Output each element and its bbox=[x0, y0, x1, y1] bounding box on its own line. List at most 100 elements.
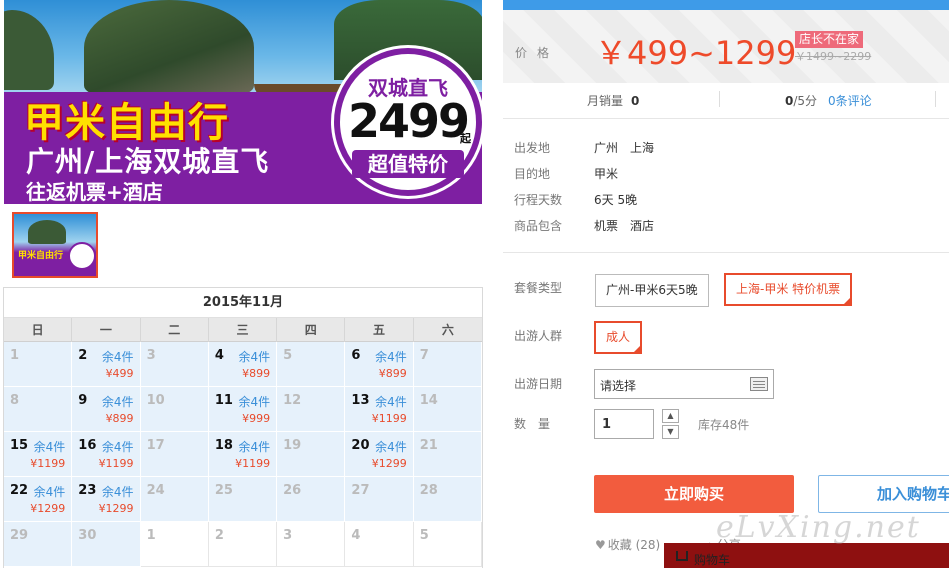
calendar-day[interactable]: 9 余4件 ¥899 bbox=[72, 387, 141, 432]
calendar-weekdays: 日一二三四五 六 bbox=[4, 318, 482, 342]
crowd-option-adult[interactable]: 成人 bbox=[594, 321, 643, 354]
calendar-day-number: 28 bbox=[419, 483, 438, 498]
info-row: 出发地 广州 上海 bbox=[514, 139, 654, 156]
package-option-label: 广州-甲米6天5晚 bbox=[606, 283, 698, 297]
calendar-day: 17 bbox=[140, 432, 209, 477]
calendar-day: 5 bbox=[277, 342, 346, 387]
divider bbox=[503, 118, 949, 119]
calendar-day-price: ¥1199 bbox=[98, 457, 134, 470]
calendar-day-number: 21 bbox=[419, 438, 438, 453]
calendar-day-stock: 余4件 bbox=[33, 485, 66, 499]
banner-badge-price: 2499 bbox=[348, 94, 470, 148]
product-thumbnail[interactable]: 甲米自由行 bbox=[12, 212, 98, 278]
quantity-decrease-button[interactable]: ▼ bbox=[662, 425, 679, 439]
rating-suffix: /5分 bbox=[793, 94, 818, 108]
add-to-cart-button[interactable]: 加入购物车 bbox=[818, 475, 949, 513]
sales-stats: 月销量 0 0/5分 0条评论 bbox=[503, 87, 949, 111]
calendar-day[interactable]: 2 余4件 ¥499 bbox=[72, 342, 141, 387]
calendar-day-price: ¥499 bbox=[105, 367, 134, 380]
calendar-day: 30 bbox=[72, 522, 141, 567]
monthly-sales: 月销量 0 bbox=[587, 92, 639, 109]
calendar-day-number: 14 bbox=[419, 393, 438, 408]
calendar-day-stock: 余4件 bbox=[375, 395, 407, 409]
calendar-day[interactable]: 22 余4件 ¥1299 bbox=[4, 477, 73, 522]
calendar-day-number: 4 bbox=[351, 528, 361, 543]
calendar-title: 2015年11月 bbox=[4, 288, 482, 318]
calendar-day[interactable]: 4 余4件 ¥899 bbox=[208, 342, 278, 387]
stats-separator bbox=[935, 91, 936, 107]
calendar-day-number: 30 bbox=[78, 528, 97, 543]
calendar-day-number: 13 bbox=[351, 393, 370, 408]
weekday-header: 日 bbox=[4, 318, 73, 342]
calendar-day-stock: 余4件 bbox=[375, 440, 407, 454]
quantity-input[interactable]: 1 bbox=[594, 409, 654, 439]
date-label: 出游日期 bbox=[514, 377, 563, 391]
travel-date-input[interactable]: 请选择 bbox=[594, 369, 774, 399]
price-label: 价格 bbox=[515, 46, 560, 60]
weekday-header: 五 bbox=[345, 318, 414, 342]
calendar-day[interactable]: 11 余4件 ¥999 bbox=[208, 387, 278, 432]
stock-count: 库存48件 bbox=[698, 418, 750, 432]
info-value: 甲米 bbox=[594, 167, 619, 181]
calendar-day-number: 11 bbox=[214, 393, 233, 408]
calendar-day: 5 bbox=[413, 522, 482, 567]
calendar-day-number: 27 bbox=[351, 483, 370, 498]
calendar-day[interactable]: 6 余4件 ¥899 bbox=[345, 342, 414, 387]
package-option-label: 上海-甲米 特价机票 bbox=[736, 282, 841, 296]
cart-bar[interactable]: 购物车 bbox=[664, 543, 949, 568]
selected-check-icon bbox=[842, 296, 853, 306]
package-option-shanghai[interactable]: 上海-甲米 特价机票 bbox=[724, 273, 853, 306]
banner-subtitle: 广州/上海双城直飞 bbox=[26, 145, 270, 178]
info-key: 商品包含 bbox=[514, 219, 563, 233]
calendar-day-number: 16 bbox=[78, 438, 97, 453]
weekday-header: 二 bbox=[141, 318, 209, 342]
product-page: 甲米自由行 广州/上海双城直飞 往返机票+酒店 双城直飞 2499 起 超值特价… bbox=[0, 0, 949, 568]
thumb-badge bbox=[68, 242, 96, 270]
calendar-day-price: ¥1199 bbox=[371, 412, 407, 425]
banner-price-badge: 双城直飞 2499 起 超值特价 bbox=[334, 48, 482, 196]
thumb-rock bbox=[28, 220, 66, 244]
calendar-day[interactable]: 18 余4件 ¥1199 bbox=[208, 432, 278, 477]
thumb-title: 甲米自由行 bbox=[18, 251, 64, 261]
quantity-increase-button[interactable]: ▲ bbox=[662, 409, 679, 423]
crowd-label: 出游人群 bbox=[514, 329, 563, 343]
calendar-day-number: 23 bbox=[78, 483, 97, 498]
calendar-day-number: 1 bbox=[146, 528, 156, 543]
buy-now-button[interactable]: 立即购买 bbox=[594, 475, 794, 513]
calendar-day-number: 29 bbox=[10, 528, 29, 543]
calendar-day-number: 10 bbox=[146, 393, 165, 408]
calendar-day[interactable]: 16 余4件 ¥1199 bbox=[72, 432, 141, 477]
reviews-link[interactable]: 0条评论 bbox=[828, 92, 872, 109]
calendar-day-number: 6 bbox=[351, 348, 361, 363]
calendar-day-price: ¥899 bbox=[242, 367, 271, 380]
calendar-day-number: 26 bbox=[283, 483, 302, 498]
crowd-option-label: 成人 bbox=[606, 330, 631, 344]
calendar-day-stock: 余4件 bbox=[101, 395, 134, 409]
favorite-button[interactable]: ♥ 收藏 (28) bbox=[595, 536, 660, 553]
weekday-header: 六 bbox=[441, 323, 454, 337]
calendar-icon[interactable] bbox=[750, 377, 768, 391]
calendar-day-number: 3 bbox=[283, 528, 293, 543]
rating: 0/5分 bbox=[785, 92, 817, 109]
cart-bar-label: 购物车 bbox=[694, 553, 731, 567]
banner-rock bbox=[84, 0, 254, 95]
shop-status-badge: 店长不在家 bbox=[795, 31, 864, 48]
price-value: ￥499~1299 bbox=[595, 34, 797, 72]
original-price: ￥1499~2299 bbox=[795, 50, 872, 63]
calendar-day-number: 2 bbox=[214, 528, 224, 543]
calendar-day[interactable]: 23 余4件 ¥1299 bbox=[72, 477, 141, 522]
info-key: 目的地 bbox=[514, 167, 551, 181]
weekday-header: 一 bbox=[72, 318, 141, 342]
calendar-day[interactable]: 20 余4件 ¥1299 bbox=[345, 432, 414, 477]
calendar-day[interactable]: 15 余4件 ¥1199 bbox=[4, 432, 73, 477]
product-banner-image[interactable]: 甲米自由行 广州/上海双城直飞 往返机票+酒店 双城直飞 2499 起 超值特价 bbox=[4, 0, 482, 204]
calendar-day-price: ¥1199 bbox=[235, 457, 271, 470]
calendar-day: 25 bbox=[208, 477, 278, 522]
calendar-day-price: ¥999 bbox=[242, 412, 271, 425]
calendar-day-number: 2 bbox=[78, 348, 88, 363]
calendar-day[interactable]: 13 余4件 ¥1199 bbox=[345, 387, 414, 432]
selected-check-icon bbox=[632, 344, 643, 354]
calendar-day-number: 24 bbox=[146, 483, 165, 498]
package-option-guangzhou[interactable]: 广州-甲米6天5晚 bbox=[595, 274, 709, 307]
calendar-day: 28 bbox=[413, 477, 482, 522]
